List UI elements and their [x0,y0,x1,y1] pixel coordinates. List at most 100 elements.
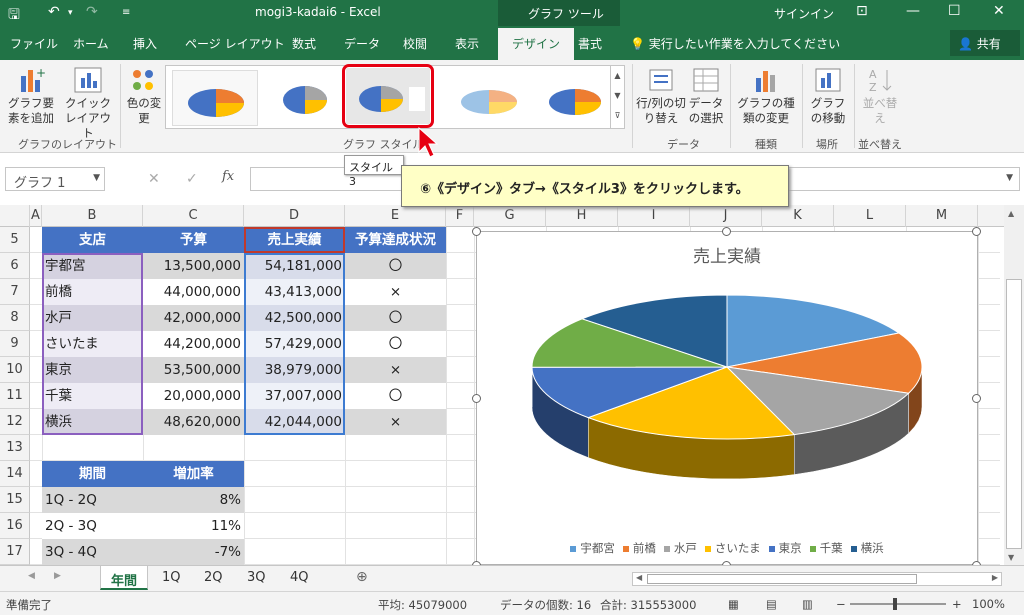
row-header[interactable]: 13 [0,435,30,461]
chart-style-2[interactable] [262,70,348,126]
table-cell[interactable]: 横浜 [42,409,143,435]
h-scroll-thumb[interactable] [647,574,917,584]
redo-icon[interactable]: ↷ [86,4,98,20]
tab-review[interactable]: 校閲 [403,35,427,52]
table-cell[interactable]: 13,500,000 [143,253,244,279]
tab-view[interactable]: 表示 [455,35,479,52]
page-layout-view-icon[interactable]: ▤ [766,597,777,611]
chart-style-3[interactable] [342,64,434,128]
table-cell[interactable]: 〇 [345,331,446,357]
table-cell[interactable]: 42,044,000 [244,409,345,435]
table-cell[interactable]: 千葉 [42,383,143,409]
save-icon[interactable]: 🖫 [8,4,20,28]
zoom-slider[interactable] [850,598,946,610]
column-header[interactable]: M [906,205,978,227]
row-header[interactable]: 7 [0,279,30,305]
column-header[interactable]: J [690,205,762,227]
select-data-button[interactable]: データの選択 [686,66,726,126]
chart-legend[interactable]: 宇都宮 前橋 水戸 さいたま 東京 千葉 横浜 [477,540,977,556]
table-cell[interactable]: 水戸 [42,305,143,331]
expand-formula-icon[interactable]: ▼ [1006,173,1013,183]
undo-dropdown-icon[interactable]: ▾ [68,8,73,18]
table-cell[interactable]: 57,429,000 [244,331,345,357]
row-header[interactable]: 6 [0,253,30,279]
scroll-up-icon[interactable]: ▲ [1008,209,1014,218]
select-all-corner[interactable] [0,205,30,227]
chevron-down-icon[interactable]: ▼ [93,173,100,183]
tab-file[interactable]: ファイル [10,35,58,52]
resize-handle[interactable] [472,227,481,236]
table-cell[interactable]: 1Q - 2Q [42,487,143,513]
table-header-cell[interactable]: 期間 [42,461,143,487]
table-cell[interactable]: 20,000,000 [143,383,244,409]
legend-entry[interactable]: 前橋 [622,540,656,556]
column-header[interactable]: K [762,205,834,227]
legend-entry[interactable]: さいたま [704,540,761,556]
table-cell[interactable]: 東京 [42,357,143,383]
add-sheet-icon[interactable]: ⊕ [356,569,368,585]
prev-sheet-icon[interactable]: ◀ [28,571,35,581]
column-header[interactable]: L [834,205,906,227]
column-header[interactable]: G [474,205,546,227]
column-header[interactable]: B [42,205,143,227]
row-header[interactable]: 14 [0,461,30,487]
sheet-tab[interactable]: 2Q [194,566,233,590]
insert-function-icon[interactable]: fx [222,169,234,184]
table-cell[interactable]: 44,200,000 [143,331,244,357]
table-cell[interactable]: 42,000,000 [143,305,244,331]
legend-entry[interactable]: 水戸 [663,540,697,556]
sheet-tab[interactable]: 4Q [280,566,319,590]
close-button[interactable]: ✕ [993,3,1005,19]
name-box[interactable]: グラフ 1 ▼ [5,167,105,191]
table-cell[interactable]: × [345,279,446,305]
legend-entry[interactable]: 横浜 [850,540,884,556]
table-header-cell[interactable]: 売上実績 [244,227,345,253]
zoom-out-icon[interactable]: − [836,597,846,611]
table-cell[interactable]: 3Q - 4Q [42,539,143,565]
row-header[interactable]: 15 [0,487,30,513]
row-header[interactable]: 9 [0,331,30,357]
pie-chart[interactable]: 売上実績 宇都宮 前橋 水戸 さいたま 東京 千葉 横浜 [472,227,981,570]
scroll-down-icon[interactable]: ▼ [1008,553,1014,562]
change-chart-type-button[interactable]: グラフの種類の変更 [734,66,798,126]
scroll-thumb[interactable] [1006,279,1022,549]
table-cell[interactable]: × [345,357,446,383]
table-cell[interactable]: 宇都宮 [42,253,143,279]
table-header-cell[interactable]: 支店 [42,227,143,253]
add-chart-element-button[interactable]: + グラフ要素を追加 [4,66,58,126]
column-header[interactable]: D [244,205,345,227]
chart-style-4[interactable] [446,70,532,126]
maximize-button[interactable]: ☐ [948,3,961,19]
switch-row-column-button[interactable]: 行/列の切り替え [636,66,686,126]
column-header[interactable]: I [618,205,690,227]
scroll-right-icon[interactable]: ▶ [992,573,998,582]
ribbon-display-icon[interactable]: ⊡ [856,3,868,19]
table-cell[interactable]: 38,979,000 [244,357,345,383]
horizontal-scrollbar[interactable]: ◀ ▶ [632,572,1002,586]
row-header[interactable]: 5 [0,227,30,253]
table-cell[interactable]: -7% [143,539,244,565]
legend-entry[interactable]: 千葉 [809,540,843,556]
column-header[interactable]: C [143,205,244,227]
table-cell[interactable]: 2Q - 3Q [42,513,143,539]
column-header[interactable]: F [446,205,474,227]
row-header[interactable]: 10 [0,357,30,383]
table-cell[interactable]: 54,181,000 [244,253,345,279]
quick-layout-button[interactable]: クイックレイアウト [60,66,116,141]
table-cell[interactable]: 11% [143,513,244,539]
tab-insert[interactable]: 挿入 [133,35,157,52]
tab-home[interactable]: ホーム [73,35,109,52]
tab-formulas[interactable]: 数式 [292,35,316,52]
zoom-in-icon[interactable]: + [952,597,962,611]
tab-page-layout[interactable]: ページ レイアウト [185,35,285,52]
chart-style-5[interactable] [532,70,618,126]
tab-format[interactable]: 書式 [578,35,602,52]
cancel-icon[interactable]: ✕ [148,171,160,187]
tab-data[interactable]: データ [344,35,380,52]
column-header[interactable]: H [546,205,618,227]
vertical-scrollbar[interactable]: ▲ ▼ [1004,205,1024,565]
table-header-cell[interactable]: 予算 [143,227,244,253]
customize-toolbar-icon[interactable]: ≡ [122,7,130,18]
share-button[interactable]: 👤 共有 [950,30,1020,56]
table-header-cell[interactable]: 増加率 [143,461,244,487]
